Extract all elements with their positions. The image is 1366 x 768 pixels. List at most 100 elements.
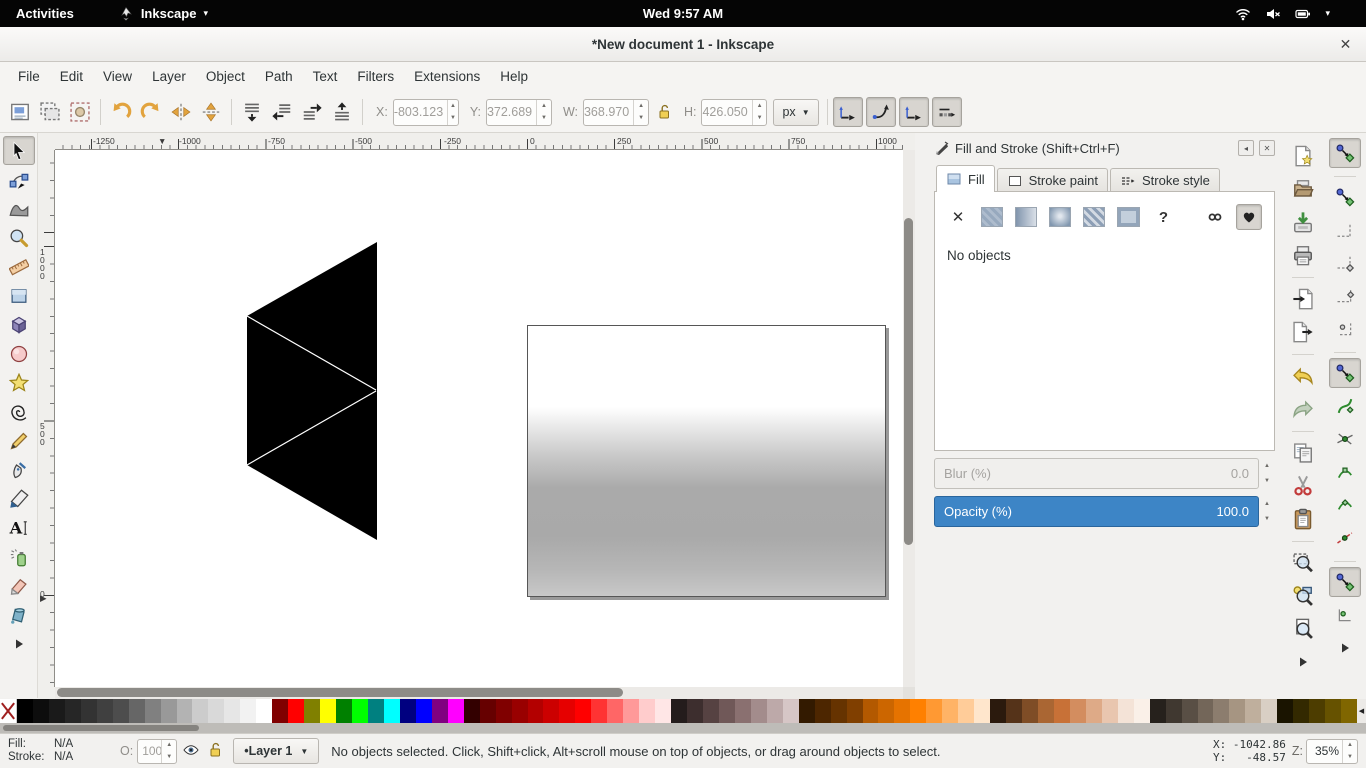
palette-swatch[interactable] bbox=[528, 699, 544, 723]
vertical-scrollbar-thumb[interactable] bbox=[904, 218, 913, 545]
tab-fill[interactable]: Fill bbox=[936, 165, 995, 192]
bucket-tool[interactable] bbox=[3, 600, 35, 629]
opacity-slider[interactable]: Opacity (%) 100.0 bbox=[934, 496, 1259, 527]
paint-radial-gradient-button[interactable] bbox=[1049, 207, 1071, 227]
tweak-tool[interactable] bbox=[3, 194, 35, 223]
palette-swatch[interactable] bbox=[1261, 699, 1277, 723]
affect-corners-toggle[interactable] bbox=[866, 97, 896, 127]
palette-swatch[interactable] bbox=[65, 699, 81, 723]
snap-bbox-toggle[interactable] bbox=[1329, 182, 1361, 212]
system-menu-chevron-icon[interactable]: ▾ bbox=[1325, 8, 1330, 19]
palette-swatch[interactable] bbox=[33, 699, 49, 723]
palette-swatch[interactable] bbox=[17, 699, 33, 723]
palette-swatch[interactable] bbox=[1038, 699, 1054, 723]
w-field[interactable]: 368.970 ▲▼ bbox=[583, 99, 649, 126]
fill-rule-evenodd-button[interactable] bbox=[1202, 204, 1228, 230]
palette-swatch[interactable] bbox=[1245, 699, 1261, 723]
palette-swatch[interactable] bbox=[591, 699, 607, 723]
palette-swatch[interactable] bbox=[878, 699, 894, 723]
menu-path[interactable]: Path bbox=[255, 62, 303, 92]
lower-to-bottom-button[interactable] bbox=[237, 97, 267, 127]
copy-button[interactable] bbox=[1287, 437, 1319, 468]
affect-gradient-toggle[interactable] bbox=[899, 97, 929, 127]
palette-swatch[interactable] bbox=[97, 699, 113, 723]
palette-swatch[interactable] bbox=[910, 699, 926, 723]
rectangle-tool[interactable] bbox=[3, 281, 35, 310]
palette-swatch[interactable] bbox=[639, 699, 655, 723]
palette-swatch[interactable] bbox=[512, 699, 528, 723]
palette-swatch[interactable] bbox=[671, 699, 687, 723]
palette-swatch[interactable] bbox=[304, 699, 320, 723]
palette-swatch[interactable] bbox=[336, 699, 352, 723]
palette-swatch[interactable] bbox=[655, 699, 671, 723]
palette-swatch[interactable] bbox=[799, 699, 815, 723]
palette-swatch[interactable] bbox=[926, 699, 942, 723]
palette-swatch[interactable] bbox=[1325, 699, 1341, 723]
palette-swatch[interactable] bbox=[1309, 699, 1325, 723]
object-opacity-field[interactable]: 100 ▲▼ bbox=[137, 739, 177, 764]
palette-swatch[interactable] bbox=[1134, 699, 1150, 723]
menu-object[interactable]: Object bbox=[196, 62, 255, 92]
menu-help[interactable]: Help bbox=[490, 62, 538, 92]
rotate-cw-button[interactable] bbox=[136, 97, 166, 127]
horizontal-scrollbar-thumb[interactable] bbox=[57, 688, 623, 697]
node-tool[interactable] bbox=[3, 165, 35, 194]
palette-swatch[interactable] bbox=[767, 699, 783, 723]
paint-flat-button[interactable] bbox=[981, 207, 1003, 227]
menu-filters[interactable]: Filters bbox=[347, 62, 404, 92]
object-opacity-spinner[interactable]: ▲▼ bbox=[161, 740, 176, 763]
palette-swatch[interactable] bbox=[272, 699, 288, 723]
menu-view[interactable]: View bbox=[93, 62, 142, 92]
eraser-tool[interactable] bbox=[3, 571, 35, 600]
paint-none-button[interactable]: ✕ bbox=[947, 208, 969, 226]
palette-swatch[interactable] bbox=[847, 699, 863, 723]
zoom-field[interactable]: 35% ▲▼ bbox=[1306, 739, 1358, 764]
calligraphy-tool[interactable] bbox=[3, 484, 35, 513]
snap-path-toggle[interactable] bbox=[1329, 391, 1361, 421]
h-field[interactable]: 426.050 ▲▼ bbox=[701, 99, 767, 126]
x-field-spinner[interactable]: ▲▼ bbox=[447, 100, 458, 125]
ellipse-tool[interactable] bbox=[3, 339, 35, 368]
palette-swatch[interactable] bbox=[863, 699, 879, 723]
palette-swatch[interactable] bbox=[815, 699, 831, 723]
snap-bbox-center-toggle[interactable] bbox=[1329, 314, 1361, 344]
pen-tool[interactable] bbox=[3, 455, 35, 484]
commands-bar-expander[interactable] bbox=[1287, 646, 1319, 677]
affect-pattern-toggle[interactable] bbox=[932, 97, 962, 127]
opacity-spinner[interactable]: ▲▼ bbox=[1259, 496, 1275, 527]
fill-rule-nonzero-button[interactable] bbox=[1236, 204, 1262, 230]
palette-swatch[interactable] bbox=[894, 699, 910, 723]
volume-muted-icon[interactable] bbox=[1265, 6, 1281, 22]
text-tool[interactable]: A bbox=[3, 513, 35, 542]
box3d-tool[interactable] bbox=[3, 310, 35, 339]
x-field[interactable]: -803.123 ▲▼ bbox=[393, 99, 459, 126]
menu-layer[interactable]: Layer bbox=[142, 62, 196, 92]
palette-swatch[interactable] bbox=[1293, 699, 1309, 723]
snap-nodes-toggle[interactable] bbox=[1329, 358, 1361, 388]
palette-swatch[interactable] bbox=[113, 699, 129, 723]
lower-button[interactable] bbox=[267, 97, 297, 127]
h-field-spinner[interactable]: ▲▼ bbox=[752, 100, 767, 125]
palette-swatch-none[interactable] bbox=[0, 699, 17, 723]
dialog-restore-button[interactable]: ◂ bbox=[1238, 140, 1254, 156]
select-all-button[interactable] bbox=[5, 97, 35, 127]
deselect-button[interactable] bbox=[65, 97, 95, 127]
palette-swatch[interactable] bbox=[496, 699, 512, 723]
dialog-close-button[interactable]: ✕ bbox=[1259, 140, 1275, 156]
zoom-tool[interactable] bbox=[3, 223, 35, 252]
print-button[interactable] bbox=[1287, 239, 1319, 270]
palette-swatch[interactable] bbox=[145, 699, 161, 723]
paint-swatch-button[interactable] bbox=[1117, 207, 1140, 227]
menu-text[interactable]: Text bbox=[303, 62, 348, 92]
palette-scroll-arrow[interactable]: ◀ bbox=[1357, 699, 1366, 723]
palette-swatch[interactable] bbox=[687, 699, 703, 723]
palette-swatch[interactable] bbox=[177, 699, 193, 723]
activities-button[interactable]: Activities bbox=[0, 0, 90, 27]
drawing-canvas[interactable] bbox=[55, 150, 903, 687]
paint-pattern-button[interactable] bbox=[1083, 207, 1105, 227]
snap-smooth-node-toggle[interactable] bbox=[1329, 490, 1361, 520]
palette-scrollbar-thumb[interactable] bbox=[3, 725, 199, 731]
star-tool[interactable] bbox=[3, 368, 35, 397]
palette-swatch[interactable] bbox=[129, 699, 145, 723]
y-field-spinner[interactable]: ▲▼ bbox=[536, 100, 551, 125]
